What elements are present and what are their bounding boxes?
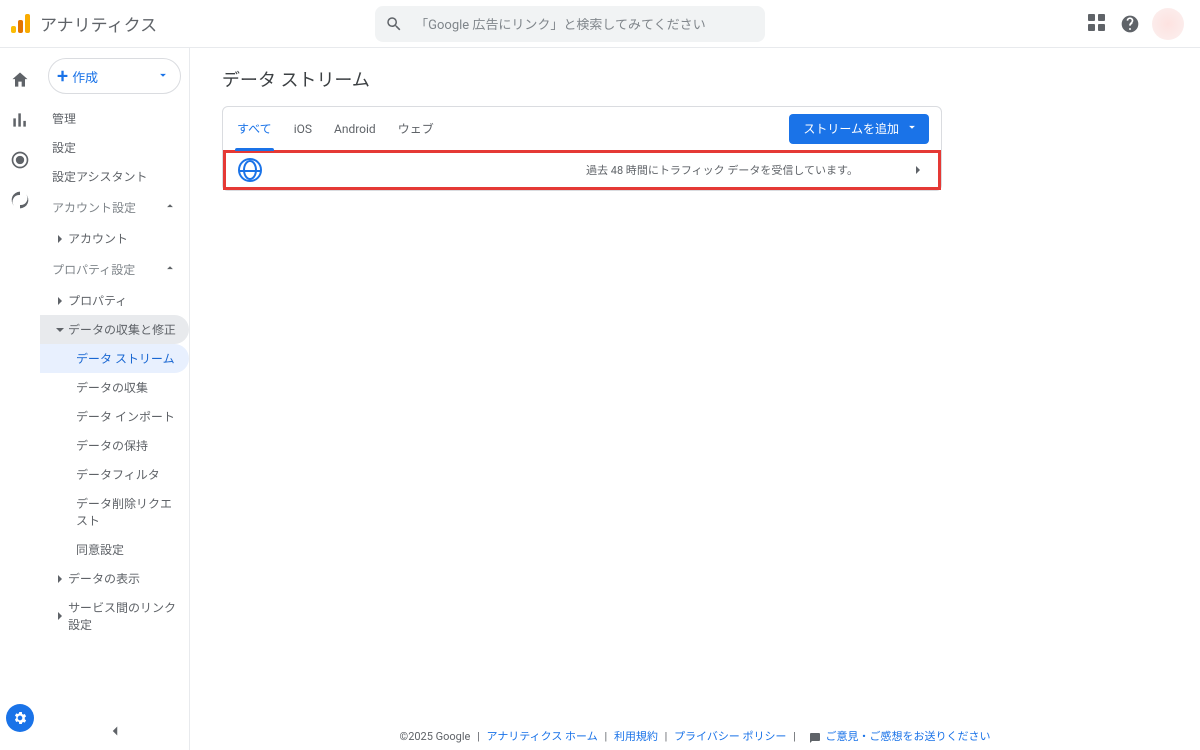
caret-down-icon — [156, 67, 170, 86]
target-icon — [10, 150, 30, 170]
apps-icon[interactable] — [1088, 14, 1108, 34]
triangle-icon — [58, 612, 62, 620]
side-data-display[interactable]: データの表示 — [40, 564, 189, 593]
side-data-collect-fix[interactable]: データの収集と修正 — [40, 315, 189, 344]
side-data-import[interactable]: データ インポート — [40, 402, 189, 431]
rail-reports[interactable] — [0, 100, 40, 140]
product-name: アナリティクス — [40, 11, 157, 36]
chevron-up-icon — [163, 199, 177, 216]
page-title: データ ストリーム — [190, 48, 1200, 106]
triangle-icon — [58, 235, 62, 243]
footer-privacy-link[interactable]: プライバシー ポリシー — [674, 730, 787, 743]
rail-ads[interactable] — [0, 180, 40, 220]
search-icon — [385, 15, 403, 33]
side-data-streams[interactable]: データ ストリーム — [40, 344, 189, 373]
side-assistant[interactable]: 設定アシスタント — [40, 162, 189, 191]
side-delete-request[interactable]: データ削除リクエスト — [40, 489, 189, 535]
stream-row[interactable]: 過去 48 時間にトラフィック データを受信しています。 — [223, 150, 941, 190]
icon-rail — [0, 48, 40, 750]
search-placeholder: 「Google 広告にリンク」と検索してみてください — [415, 14, 705, 33]
streams-card: すべて iOS Android ウェブ ストリームを追加 過去 48 時間にトラ… — [222, 106, 942, 191]
app-header: アナリティクス 「Google 広告にリンク」と検索してみてください — [0, 0, 1200, 48]
footer: ©2025 Google | アナリティクス ホーム | 利用規約 | プライバ… — [190, 728, 1200, 744]
search-input[interactable]: 「Google 広告にリンク」と検索してみてください — [375, 6, 765, 42]
tab-web[interactable]: ウェブ — [396, 107, 436, 150]
chevron-left-icon — [106, 722, 124, 740]
home-icon — [10, 70, 30, 90]
logo-area: アナリティクス — [8, 11, 157, 36]
swirl-icon — [10, 190, 30, 210]
footer-home-link[interactable]: アナリティクス ホーム — [487, 730, 598, 743]
tab-android[interactable]: Android — [332, 107, 378, 150]
side-settings[interactable]: 設定 — [40, 133, 189, 162]
triangle-icon — [58, 297, 62, 305]
gear-icon — [12, 710, 28, 726]
side-account[interactable]: アカウント — [40, 224, 189, 253]
side-data-retention[interactable]: データの保持 — [40, 431, 189, 460]
rail-home[interactable] — [0, 60, 40, 100]
analytics-logo-icon — [8, 12, 32, 36]
create-button[interactable]: + 作成 — [48, 58, 181, 94]
collapse-sidebar-button[interactable] — [40, 722, 189, 740]
footer-tos-link[interactable]: 利用規約 — [614, 730, 658, 743]
tab-ios[interactable]: iOS — [292, 107, 314, 150]
chevron-right-icon — [910, 162, 926, 178]
section-property-settings[interactable]: プロパティ設定 — [40, 253, 189, 286]
triangle-icon — [58, 575, 62, 583]
stream-status: 過去 48 時間にトラフィック データを受信しています。 — [586, 162, 898, 178]
side-data-collection[interactable]: データの収集 — [40, 373, 189, 402]
help-icon[interactable] — [1120, 14, 1140, 34]
main-content: データ ストリーム すべて iOS Android ウェブ ストリームを追加 過 — [190, 48, 1200, 750]
tab-all[interactable]: すべて — [235, 107, 274, 150]
bar-chart-icon — [10, 110, 30, 130]
side-service-links[interactable]: サービス間のリンク設定 — [40, 593, 189, 639]
feedback-icon — [809, 731, 821, 744]
create-label: 作成 — [72, 67, 98, 86]
avatar[interactable] — [1152, 8, 1184, 40]
caret-down-icon — [905, 120, 919, 137]
rail-admin[interactable] — [0, 698, 40, 738]
footer-feedback-link[interactable]: ご意見・ご感想をお送りください — [825, 730, 990, 743]
side-data-filter[interactable]: データフィルタ — [40, 460, 189, 489]
triangle-icon — [56, 328, 64, 332]
admin-sidebar: + 作成 管理 設定 設定アシスタント アカウント設定 アカウント プロパティ設… — [40, 48, 190, 750]
account-selector[interactable] — [175, 15, 355, 33]
side-admin[interactable]: 管理 — [40, 104, 189, 133]
streams-tabs: すべて iOS Android ウェブ ストリームを追加 — [223, 107, 941, 151]
chevron-up-icon — [163, 261, 177, 278]
rail-explore[interactable] — [0, 140, 40, 180]
section-account-settings[interactable]: アカウント設定 — [40, 191, 189, 224]
side-property[interactable]: プロパティ — [40, 286, 189, 315]
add-stream-button[interactable]: ストリームを追加 — [789, 114, 929, 144]
side-consent-settings[interactable]: 同意設定 — [40, 535, 189, 564]
globe-icon — [238, 158, 262, 182]
